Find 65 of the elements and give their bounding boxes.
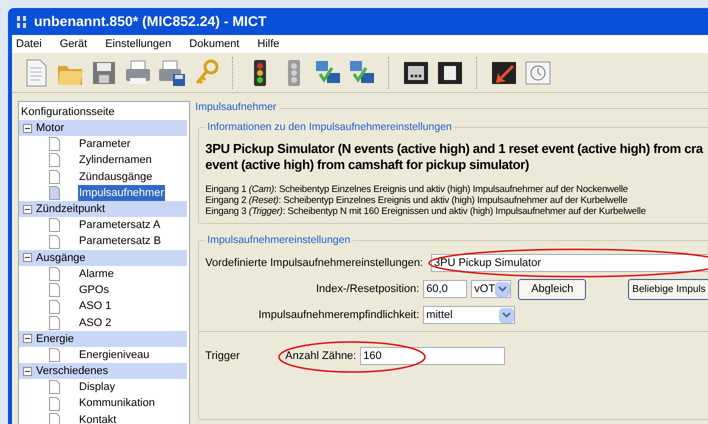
- tree-group[interactable]: Energie: [19, 330, 188, 347]
- tree-item[interactable]: Parametersatz B: [78, 233, 162, 250]
- window-title: unbenannt.850* (MIC852.24) - MICT: [34, 12, 267, 31]
- page-icon: [49, 380, 60, 394]
- unit-dropdown[interactable]: vOT: [471, 280, 512, 298]
- tree-group[interactable]: Motor: [19, 120, 188, 136]
- page-icon: [49, 234, 60, 249]
- tree-group[interactable]: Verschiedenes: [19, 363, 188, 380]
- collapse-icon[interactable]: [23, 253, 32, 262]
- collapse-icon[interactable]: [23, 334, 32, 344]
- collapse-icon[interactable]: [23, 366, 32, 376]
- sensitivity-dropdown[interactable]: mittel: [423, 306, 516, 324]
- tree-item[interactable]: ASO 1: [78, 298, 112, 315]
- tree-item[interactable]: Alarme: [78, 266, 115, 282]
- page-title: Impulsaufnehmer: [195, 100, 276, 116]
- input-description: Eingang 1 (Cam): Scheibentyp Einzelnes Ereignis und aktiv (high) Impulsaufnehmer auf der Nockenwelle: [205, 184, 629, 195]
- app-icon: [16, 14, 28, 28]
- collapse-icon[interactable]: [23, 124, 32, 132]
- page-icon: [49, 218, 60, 232]
- tree-item[interactable]: ASO 2: [78, 314, 112, 332]
- input-description: Eingang 2 (Reset): Scheibentyp Einzelnes Ereignis und aktiv (high) Impulsaufnehmer auf der Kurbelwelle: [205, 195, 628, 206]
- tree-item[interactable]: Zylindernamen: [78, 152, 153, 169]
- dropdown-arrow-icon[interactable]: [495, 282, 510, 296]
- tree-item[interactable]: Parameter: [78, 136, 132, 152]
- tree-item[interactable]: Energieniveau: [78, 346, 150, 364]
- page-icon: [49, 153, 60, 168]
- page-icon: [49, 137, 60, 152]
- menu-item[interactable]: Dokument: [189, 36, 240, 52]
- menu-item[interactable]: Gerät: [60, 36, 88, 52]
- pickup-button[interactable]: Beliebige Impuls: [628, 278, 708, 300]
- page-icon: [49, 348, 60, 362]
- tree-group[interactable]: Ausgänge: [19, 250, 188, 266]
- tree-item[interactable]: GPOs: [78, 282, 110, 298]
- tree-item[interactable]: Impulsaufnehmer: [78, 184, 165, 202]
- page-icon: [49, 170, 60, 184]
- input-description: Eingang 3 (Trigger): Scheibentyp N mit 160 Ereignissen und aktiv (high) Impulsaufnehmer auf der Kurbelwelle: [205, 206, 647, 217]
- field-label: Impulsaufnehmerempfindlichkeit:: [257, 308, 420, 323]
- page-icon: [49, 283, 60, 298]
- menu-item[interactable]: Einstellungen: [105, 36, 172, 52]
- pickup-heading: event (active high) from camshaft for pickup simulator): [205, 157, 530, 173]
- page-icon: [49, 396, 60, 411]
- page-icon: [49, 316, 60, 330]
- tree-item[interactable]: Kommunikation: [78, 395, 156, 412]
- page-icon: [49, 186, 60, 200]
- page-icon: [49, 266, 60, 281]
- tree-item[interactable]: Display: [78, 379, 116, 396]
- field-label: Index-/Resetposition:: [314, 282, 420, 297]
- adjust-button[interactable]: Abgleich: [518, 278, 586, 300]
- collapse-icon[interactable]: [23, 204, 32, 214]
- tree-item[interactable]: Kontakt: [78, 412, 118, 424]
- field-label: Anzahl Zähne:: [285, 348, 356, 364]
- menu-item[interactable]: Datei: [16, 36, 42, 52]
- trigger-label: Trigger: [205, 348, 241, 364]
- printer-disk-icon[interactable]: [158, 58, 186, 88]
- pickup-heading: 3PU Pickup Simulator (N events (active high) and 1 reset event (active high) from cra: [205, 141, 704, 157]
- position-field[interactable]: 60,0: [423, 280, 468, 298]
- teeth-field[interactable]: 160: [360, 347, 506, 365]
- tree-group[interactable]: Zündzeitpunkt: [19, 201, 188, 218]
- tree-header: Konfigurationsseite: [20, 105, 116, 120]
- tree-item[interactable]: Zündausgänge: [78, 168, 154, 185]
- page-icon: [49, 300, 60, 314]
- dropdown-arrow-icon[interactable]: [499, 308, 514, 322]
- field-label: Vordefinierte Impulsaufnehmereinstellungen:: [205, 256, 423, 271]
- menu-item[interactable]: Hilfe: [257, 36, 280, 52]
- tree-item[interactable]: Parametersatz A: [78, 217, 162, 234]
